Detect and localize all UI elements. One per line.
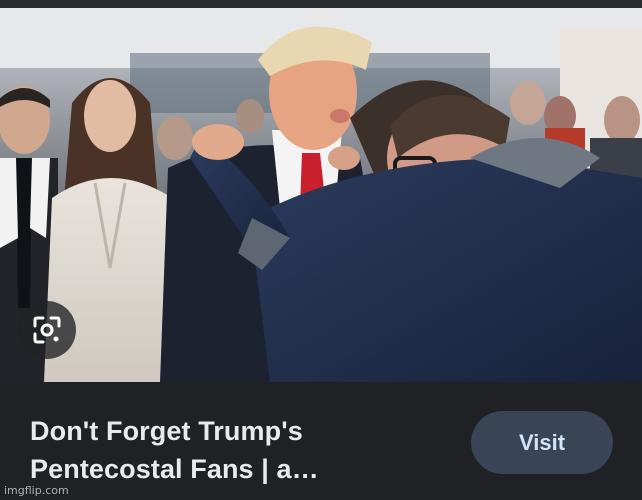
google-lens-icon [33,316,61,344]
top-edge [0,0,642,8]
result-image[interactable] [0,8,642,382]
visit-button[interactable]: Visit [471,411,613,474]
result-title[interactable]: Don't Forget Trump's Pentecostal Fans | … [30,412,450,488]
image-result-card[interactable]: Don't Forget Trump's Pentecostal Fans | … [0,0,642,500]
imgflip-watermark: imgflip.com [4,484,69,497]
result-photo [0,8,642,382]
google-lens-button[interactable] [18,301,76,359]
result-title-line-1[interactable]: Don't Forget Trump's [30,412,450,450]
result-title-line-2[interactable]: Pentecostal Fans | a… [30,450,450,488]
